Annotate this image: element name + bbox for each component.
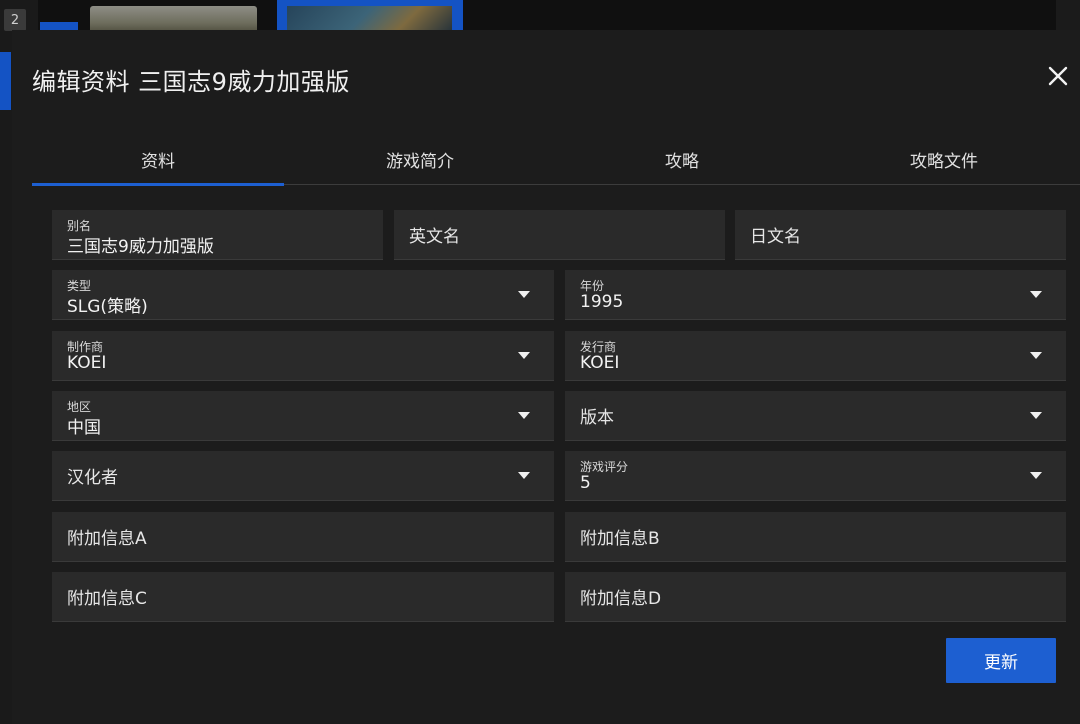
- genre-value: SLG(策略): [67, 297, 148, 317]
- sidebar-active-indicator: [0, 52, 11, 110]
- chevron-down-icon[interactable]: [518, 411, 530, 419]
- extra-info-b-placeholder: 附加信息B: [580, 529, 660, 549]
- publisher-value: KOEI: [580, 353, 620, 373]
- edit-info-dialog: 编辑资料 三国志9威力加强版 资料 游戏简介 攻略 攻略文件 别名 三国志9威力…: [12, 30, 1080, 724]
- publisher-select[interactable]: 发行商 KOEI: [565, 331, 1066, 381]
- rating-value: 5: [580, 473, 591, 493]
- english-name-placeholder: 英文名: [409, 227, 460, 247]
- tab-info[interactable]: 资料: [32, 135, 284, 186]
- chevron-down-icon[interactable]: [1030, 351, 1042, 359]
- english-name-field[interactable]: 英文名: [394, 210, 725, 260]
- year-select[interactable]: 年份 1995: [565, 270, 1066, 320]
- tab-guide-files[interactable]: 攻略文件: [818, 135, 1070, 184]
- version-select[interactable]: 版本: [565, 391, 1066, 441]
- version-placeholder: 版本: [580, 408, 614, 428]
- alias-value: 三国志9威力加强版: [67, 237, 214, 257]
- translator-select[interactable]: 汉化者: [52, 451, 554, 501]
- chevron-down-icon[interactable]: [1030, 471, 1042, 479]
- translator-placeholder: 汉化者: [67, 468, 118, 488]
- close-button[interactable]: [1044, 62, 1072, 90]
- chevron-down-icon[interactable]: [518, 290, 530, 298]
- extra-info-d-placeholder: 附加信息D: [580, 589, 662, 609]
- extra-info-b-field[interactable]: 附加信息B: [565, 512, 1066, 562]
- update-button[interactable]: 更新: [946, 638, 1056, 683]
- chevron-down-icon[interactable]: [1030, 411, 1042, 419]
- region-select[interactable]: 地区 中国: [52, 391, 554, 441]
- region-value: 中国: [67, 418, 101, 438]
- dialog-title: 编辑资料 三国志9威力加强版: [32, 68, 350, 96]
- developer-select[interactable]: 制作商 KOEI: [52, 331, 554, 381]
- rating-select[interactable]: 游戏评分 5: [565, 451, 1066, 501]
- tab-bar: 资料 游戏简介 攻略 攻略文件: [32, 135, 1080, 186]
- chevron-down-icon[interactable]: [1030, 290, 1042, 298]
- extra-info-c-placeholder: 附加信息C: [67, 589, 147, 609]
- tab-game-intro[interactable]: 游戏简介: [294, 135, 546, 184]
- close-icon: [1048, 66, 1068, 86]
- chevron-down-icon[interactable]: [518, 471, 530, 479]
- developer-value: KOEI: [67, 353, 107, 373]
- alias-field[interactable]: 别名 三国志9威力加强版: [52, 210, 383, 260]
- extra-info-a-placeholder: 附加信息A: [67, 529, 147, 549]
- tab-guide[interactable]: 攻略: [556, 135, 808, 184]
- year-value: 1995: [580, 292, 624, 312]
- japanese-name-field[interactable]: 日文名: [735, 210, 1066, 260]
- japanese-name-placeholder: 日文名: [750, 227, 801, 247]
- genre-select[interactable]: 类型 SLG(策略): [52, 270, 554, 320]
- extra-info-a-field[interactable]: 附加信息A: [52, 512, 554, 562]
- extra-info-d-field[interactable]: 附加信息D: [565, 572, 1066, 622]
- page-number-badge: 2: [4, 9, 26, 31]
- extra-info-c-field[interactable]: 附加信息C: [52, 572, 554, 622]
- chevron-down-icon[interactable]: [518, 351, 530, 359]
